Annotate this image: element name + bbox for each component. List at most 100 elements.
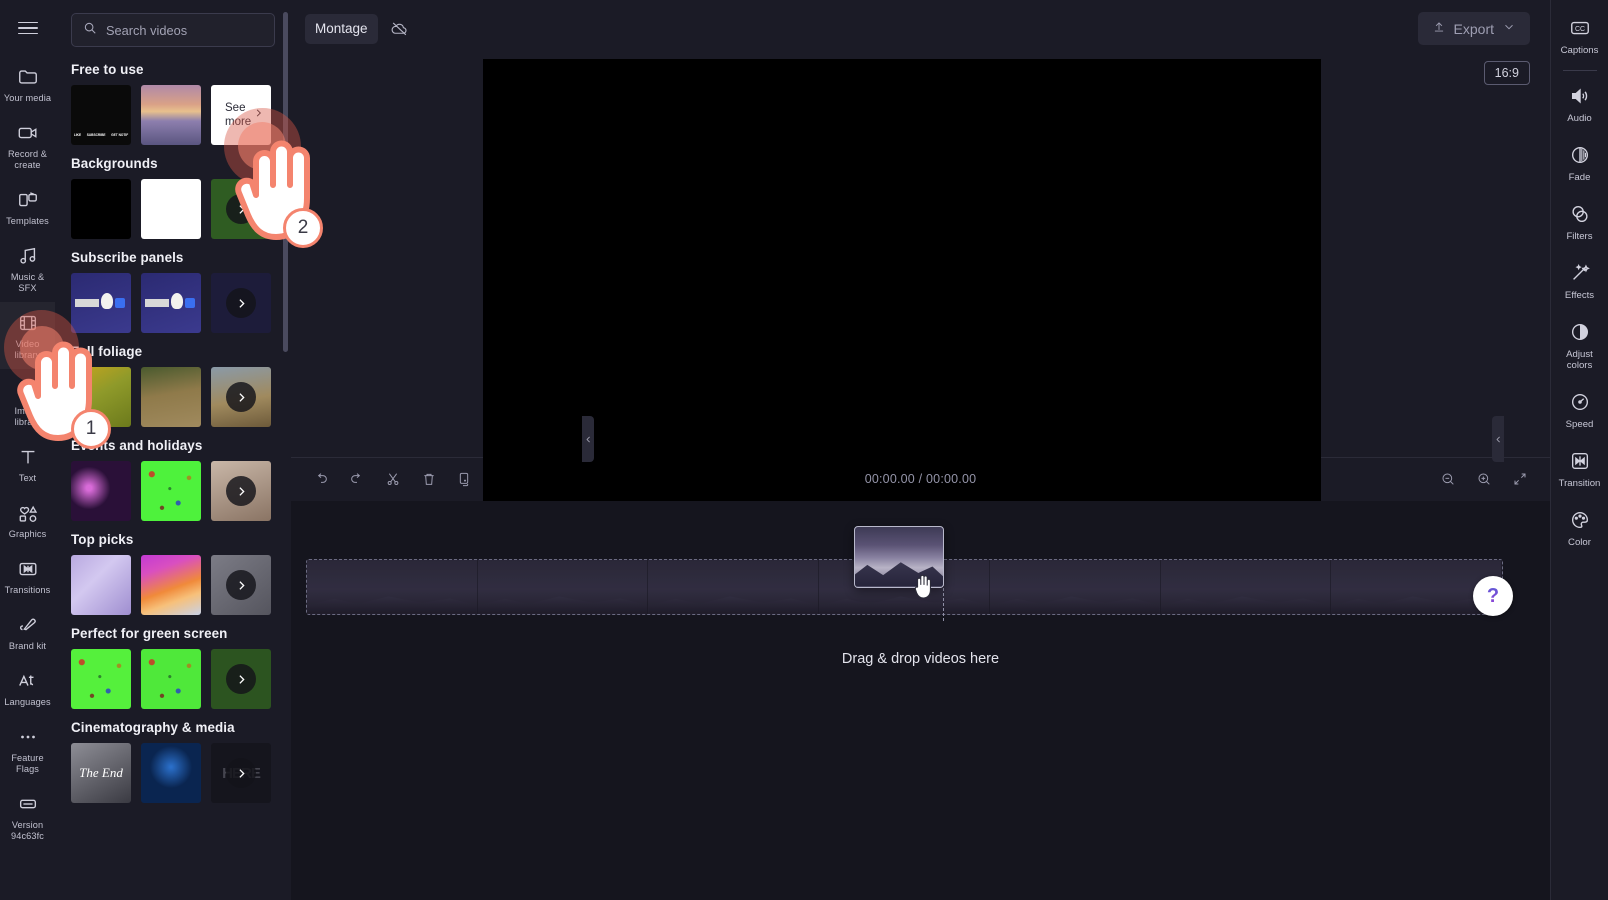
redo-icon[interactable]: [347, 469, 367, 489]
panel-label: Transition: [1558, 478, 1601, 489]
category-events-and-holidays: Events and holidays: [71, 438, 275, 521]
family-in-forest-thumb[interactable]: [141, 367, 201, 427]
panel-item-speed[interactable]: Speed: [1551, 380, 1608, 439]
the-end-caption: The End: [79, 765, 123, 780]
subscribe-panel-thumb-2[interactable]: [141, 273, 201, 333]
green-screen-thumb-2[interactable]: [141, 649, 201, 709]
sunset-beach-thumb[interactable]: [141, 85, 201, 145]
duplicate-icon[interactable]: [455, 469, 475, 489]
category-backgrounds: Backgrounds: [71, 156, 275, 239]
geometric-abstract-thumb[interactable]: [71, 555, 131, 615]
color-wave-thumb[interactable]: [141, 555, 201, 615]
youtube-elements-thumb[interactable]: LIKE SUBSCRIBE GET NOTIF: [71, 85, 131, 145]
sidebar-item-feature-flags[interactable]: Feature Flags: [0, 716, 55, 783]
language-translate-icon: [16, 669, 40, 693]
category-perfect-for-green-screen: Perfect for green screen: [71, 626, 275, 709]
chevron-right-icon[interactable]: [226, 570, 256, 600]
panel-item-captions[interactable]: CC Captions: [1551, 6, 1608, 65]
sidebar-item-your-media[interactable]: Your media: [0, 56, 55, 112]
panel-item-transition[interactable]: Transition: [1551, 439, 1608, 498]
green-screen-confetti-thumb[interactable]: [141, 461, 201, 521]
panel-item-audio[interactable]: Audio: [1551, 74, 1608, 133]
project-title-input[interactable]: Montage: [305, 13, 378, 44]
thumbnail-row: [71, 179, 275, 239]
the-end-thumb[interactable]: The End: [71, 743, 131, 803]
sidebar-item-image-library[interactable]: Image library: [0, 369, 55, 436]
category-title: Fall foliage: [71, 344, 143, 359]
chevron-right-icon[interactable]: [226, 476, 256, 506]
panel-item-fade[interactable]: Fade: [1551, 133, 1608, 192]
chevron-right-icon[interactable]: [226, 194, 256, 224]
text-t-icon: [16, 445, 40, 469]
sidebar-item-languages[interactable]: Languages: [0, 660, 55, 716]
panel-label: Filters: [1566, 231, 1593, 242]
chevron-left-icon: [585, 436, 590, 442]
library-scrollbar[interactable]: [283, 12, 288, 352]
tech-network-thumb[interactable]: [141, 743, 201, 803]
help-button[interactable]: ?: [1473, 576, 1513, 616]
chevron-right-icon[interactable]: [226, 382, 256, 412]
green-background-thumb[interactable]: [211, 179, 271, 239]
scissors-icon[interactable]: [383, 469, 403, 489]
search-input[interactable]: [106, 22, 263, 38]
birthday-party-thumb[interactable]: [211, 461, 271, 521]
sidebar-item-templates[interactable]: Templates: [0, 179, 55, 235]
sidebar-item-version[interactable]: Version 94c63fc: [0, 783, 55, 850]
chevron-right-icon[interactable]: [226, 288, 256, 318]
chevron-right-icon[interactable]: [226, 758, 256, 788]
export-button[interactable]: Export: [1417, 12, 1530, 45]
sidebar-item-brand-kit[interactable]: Brand kit: [0, 604, 55, 660]
export-label: Export: [1453, 20, 1494, 37]
sidebar-item-text[interactable]: Text: [0, 436, 55, 492]
category-title: Perfect for green screen: [71, 626, 228, 641]
fall-leaves-thumb[interactable]: [71, 367, 131, 427]
templates-grid-icon: [16, 188, 40, 212]
sidebar-item-graphics[interactable]: Graphics: [0, 492, 55, 548]
panel-item-filters[interactable]: Filters: [1551, 192, 1608, 251]
white-background-thumb[interactable]: [141, 179, 201, 239]
thumbnail-row: [71, 555, 275, 615]
see-more-tile[interactable]: See more: [211, 85, 271, 145]
current-time: 00:00.00: [864, 472, 915, 486]
timeline-canvas[interactable]: Drag & drop videos here: [291, 500, 1550, 900]
subscribe-panel-thumb-3[interactable]: [211, 273, 271, 333]
collapse-library-panel[interactable]: [582, 416, 594, 462]
hamburger-menu-icon[interactable]: [0, 0, 55, 56]
chevron-right-icon[interactable]: [226, 664, 256, 694]
timeline-ghost-frame: [989, 559, 1161, 614]
panel-item-adjust-colors[interactable]: Adjust colors: [1551, 310, 1608, 380]
sidebar-label: Image library: [14, 406, 41, 427]
green-screen-thumb-3[interactable]: [211, 649, 271, 709]
image-icon: [16, 378, 40, 402]
autumn-landscape-thumb[interactable]: [211, 367, 271, 427]
panel-label: Effects: [1564, 290, 1595, 301]
zoom-out-icon[interactable]: [1438, 469, 1458, 489]
subscribe-panel-thumb-1[interactable]: [71, 273, 131, 333]
panel-item-color[interactable]: Color: [1551, 498, 1608, 557]
category-fall-foliage: Fall foliage: [71, 344, 275, 427]
chevron-left-icon: [1495, 436, 1500, 442]
zoom-in-icon[interactable]: [1474, 469, 1494, 489]
category-title: Cinematography & media: [71, 720, 235, 735]
green-screen-thumb-1[interactable]: [71, 649, 131, 709]
filters-overlap-icon: [1568, 202, 1592, 226]
blurred-grey-thumb[interactable]: [211, 555, 271, 615]
sidebar-item-video-library[interactable]: Video library: [0, 302, 55, 369]
cloud-offline-icon[interactable]: [384, 14, 416, 44]
dragging-video-clip[interactable]: [854, 525, 944, 588]
search-videos-box[interactable]: [71, 13, 275, 47]
aspect-ratio-badge[interactable]: 16:9: [1483, 61, 1530, 85]
fit-screen-icon[interactable]: [1510, 469, 1530, 489]
panel-item-effects[interactable]: Effects: [1551, 251, 1608, 310]
trash-icon[interactable]: [419, 469, 439, 489]
undo-icon[interactable]: [311, 469, 331, 489]
fireworks-thumb[interactable]: [71, 461, 131, 521]
black-background-thumb[interactable]: [71, 179, 131, 239]
video-library-panel: Free to use LIKESUBSCRIBEGET NOTIF See m…: [55, 0, 291, 900]
sidebar-item-music-sfx[interactable]: Music & SFX: [0, 235, 55, 302]
chevron-down-icon: [1502, 20, 1516, 37]
collapse-properties-panel[interactable]: [1492, 416, 1504, 462]
sidebar-item-transitions[interactable]: Transitions: [0, 548, 55, 604]
here-title-thumb[interactable]: HERE: [211, 743, 271, 803]
sidebar-item-record-create[interactable]: Record & create: [0, 112, 55, 179]
